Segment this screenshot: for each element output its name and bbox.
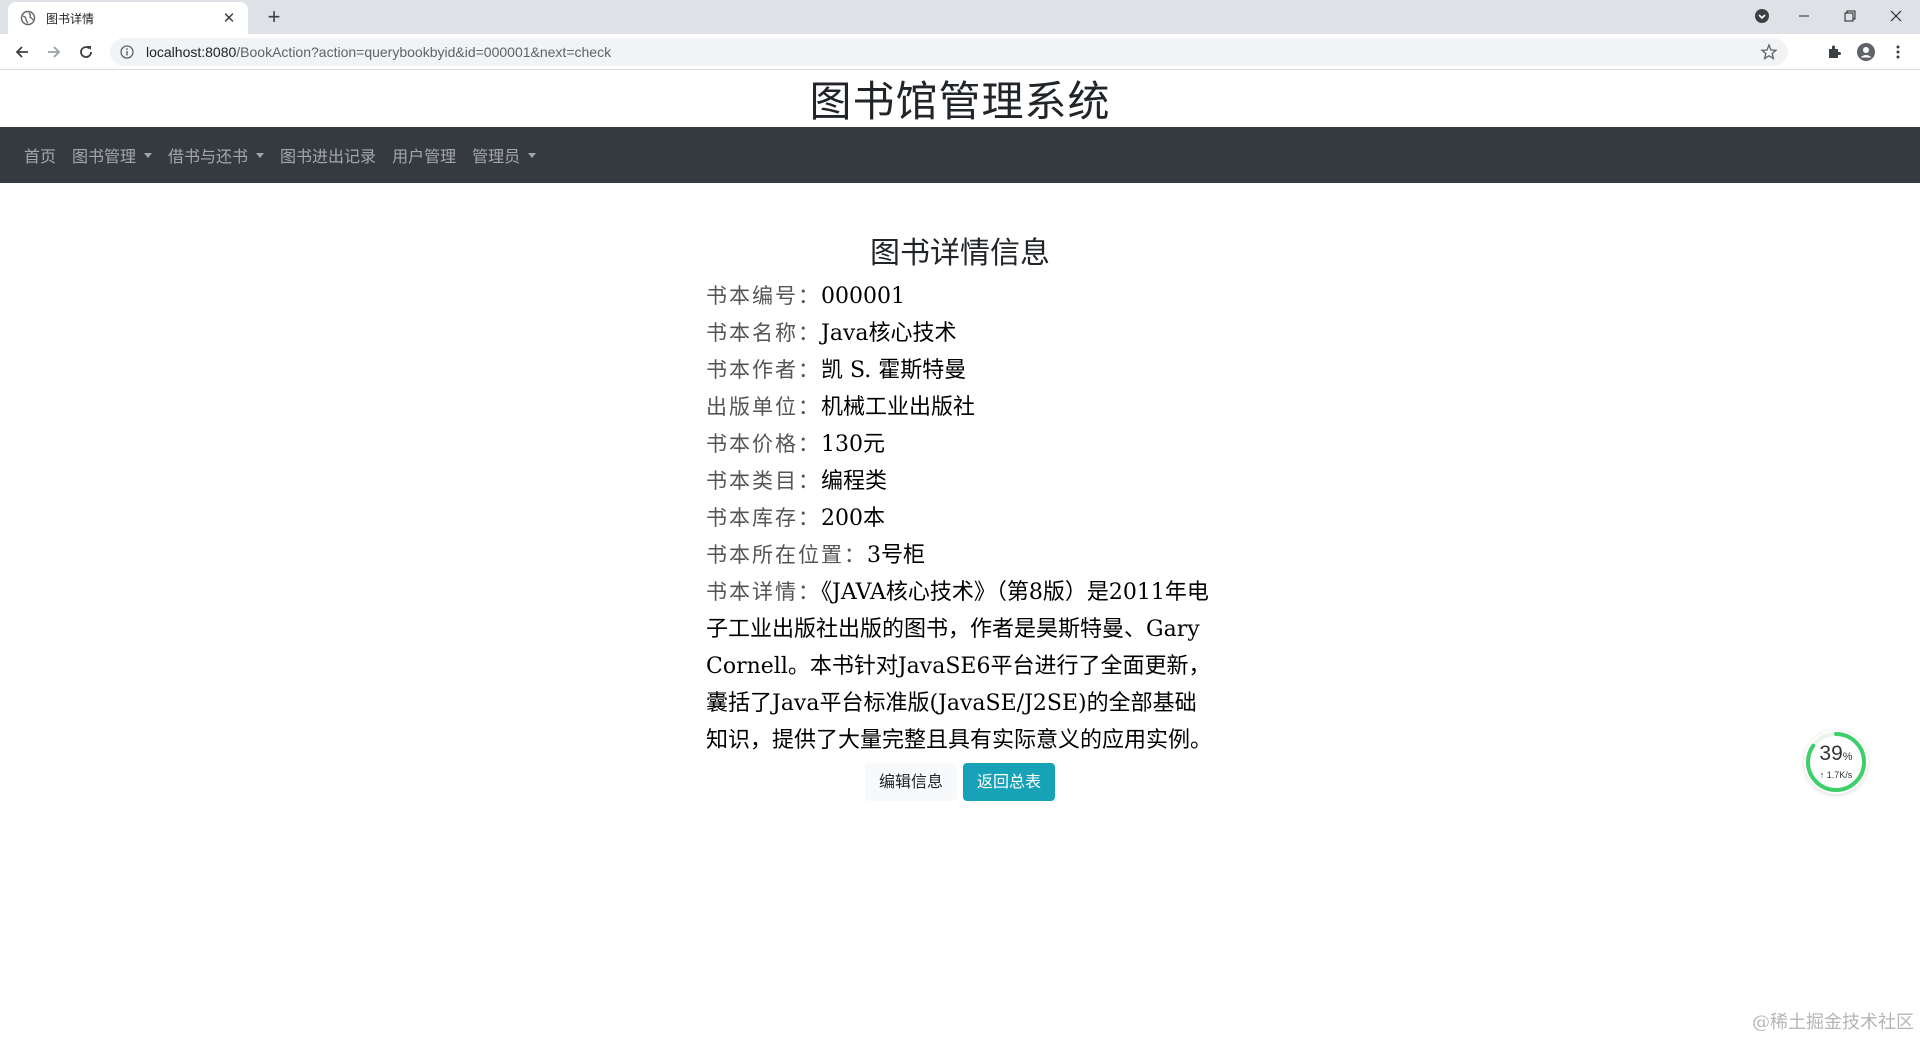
book-detail-panel: 图书详情信息 书本编号：000001 书本名称：Java核心技术 书本作者：凯 … xyxy=(706,228,1214,801)
nav-book-management[interactable]: 图书管理 xyxy=(64,143,160,167)
field-book-name: 书本名称：Java核心技术 xyxy=(706,321,957,346)
speed-rate: ↑ 1.7K/s xyxy=(1819,770,1853,780)
field-book-author: 书本作者：凯 S. 霍斯特曼 xyxy=(706,358,967,383)
detail-heading: 图书详情信息 xyxy=(870,236,1050,271)
extensions-icon[interactable] xyxy=(1822,40,1846,64)
minimize-icon[interactable] xyxy=(1782,0,1826,32)
browser-tab[interactable]: 图书详情 ✕ xyxy=(8,2,248,34)
browser-toolbar: localhost:8080/BookAction?action=querybo… xyxy=(0,34,1920,70)
restore-icon[interactable] xyxy=(1828,0,1872,32)
field-publisher: 出版单位：机械工业出版社 xyxy=(706,395,976,420)
edit-info-button[interactable]: 编辑信息 xyxy=(864,763,957,801)
caret-down-icon xyxy=(256,152,265,158)
address-bar[interactable]: localhost:8080/BookAction?action=querybo… xyxy=(110,38,1788,66)
bookmark-star-icon[interactable] xyxy=(1760,43,1778,61)
profile-avatar-icon[interactable] xyxy=(1854,40,1878,64)
field-stock: 书本库存：200本 xyxy=(706,506,885,531)
field-description: 书本详情：《JAVA核心技术》（第8版）是2011年电子工业出版社出版的图书，作… xyxy=(706,580,1213,753)
tab-title: 图书详情 xyxy=(46,11,95,26)
speed-percent: 39% xyxy=(1819,742,1853,765)
caret-down-icon xyxy=(144,152,153,158)
nav-book-records[interactable]: 图书进出记录 xyxy=(272,143,384,167)
field-price: 书本价格：130元 xyxy=(706,432,885,457)
reload-icon[interactable] xyxy=(74,40,98,64)
back-to-list-button[interactable]: 返回总表 xyxy=(963,763,1056,801)
field-location: 书本所在位置：3号柜 xyxy=(706,543,925,568)
site-title: 图书馆管理系统 xyxy=(809,78,1111,125)
close-window-icon[interactable] xyxy=(1874,0,1918,32)
site-header: 图书馆管理系统 xyxy=(0,70,1920,127)
more-menu-icon[interactable] xyxy=(1886,40,1910,64)
watermark: @稀土掘金技术社区 xyxy=(1752,1012,1914,1033)
nav-user-management[interactable]: 用户管理 xyxy=(384,143,464,167)
forward-icon[interactable] xyxy=(42,40,66,64)
new-tab-button[interactable]: + xyxy=(260,4,288,32)
nav-borrow-return[interactable]: 借书与还书 xyxy=(160,143,272,167)
main-navbar: 首页 图书管理 借书与还书 图书进出记录 用户管理 管理员 xyxy=(0,127,1920,183)
nav-home[interactable]: 首页 xyxy=(16,143,64,167)
back-icon[interactable] xyxy=(10,40,34,64)
close-tab-icon[interactable]: ✕ xyxy=(220,9,238,27)
url-text[interactable]: localhost:8080/BookAction?action=querybo… xyxy=(146,44,1760,60)
globe-icon xyxy=(20,10,36,26)
nav-admin[interactable]: 管理员 xyxy=(464,143,544,167)
field-book-id: 书本编号：000001 xyxy=(706,284,905,309)
site-info-icon[interactable] xyxy=(118,43,136,61)
network-speed-widget[interactable]: 39% ↑ 1.7K/s xyxy=(1804,730,1868,794)
tab-search-icon[interactable] xyxy=(1740,0,1784,32)
field-category: 书本类目：编程类 xyxy=(706,469,888,494)
caret-down-icon xyxy=(528,152,537,158)
action-buttons: 编辑信息 返回总表 xyxy=(706,763,1214,801)
browser-tabstrip: 图书详情 ✕ + xyxy=(0,0,1920,34)
